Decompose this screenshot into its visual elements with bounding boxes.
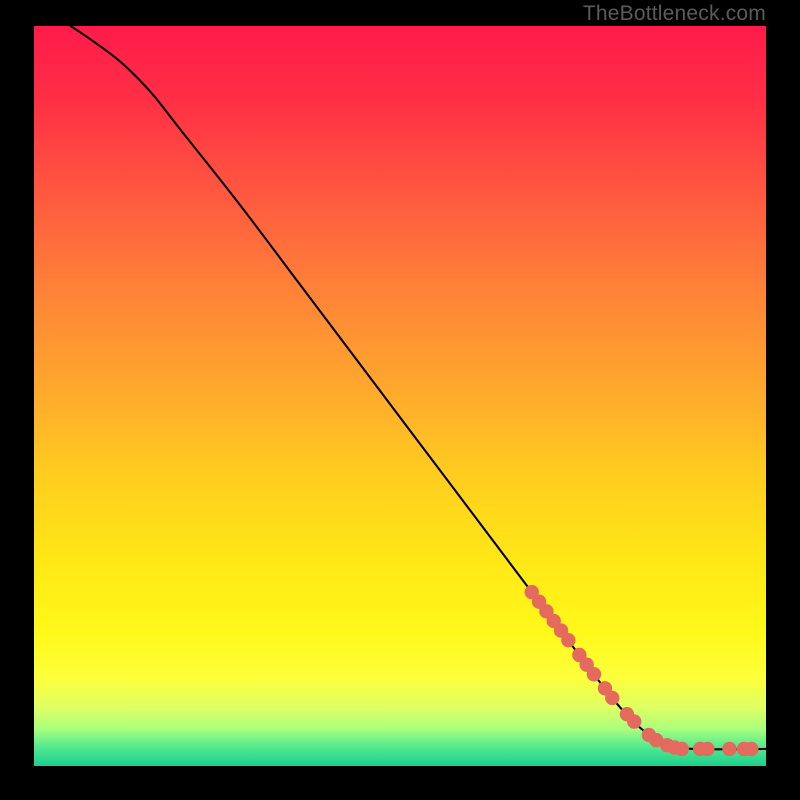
data-point: [744, 742, 758, 756]
watermark-text: TheBottleneck.com: [583, 2, 766, 26]
gradient-background: [34, 26, 766, 766]
data-point: [675, 742, 689, 756]
data-point: [627, 714, 641, 728]
chart-svg: [34, 26, 766, 766]
chart-container: TheBottleneck.com: [0, 0, 800, 800]
plot-area: [34, 26, 766, 766]
data-point: [722, 742, 736, 756]
data-point: [587, 667, 601, 681]
data-point: [605, 691, 619, 705]
data-point: [700, 742, 714, 756]
data-point: [561, 633, 575, 647]
